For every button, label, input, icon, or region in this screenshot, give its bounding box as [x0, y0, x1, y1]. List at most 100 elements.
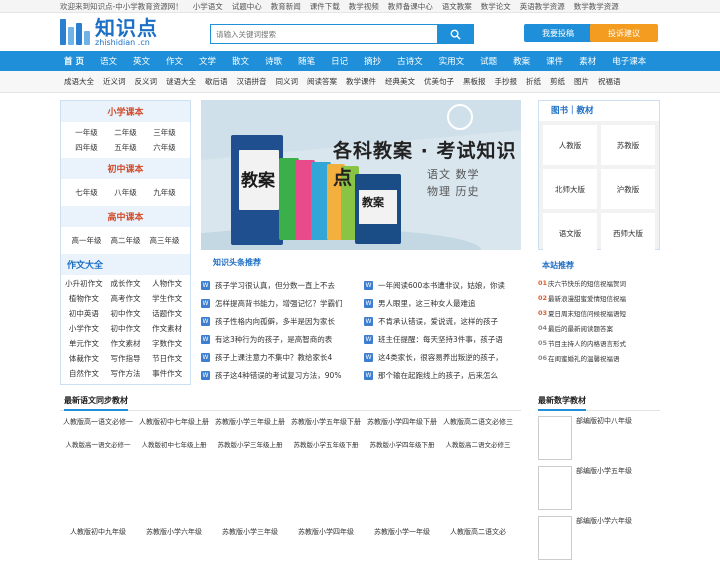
nav-item[interactable]: 教案	[513, 55, 530, 67]
top-link[interactable]: 数学论文	[481, 1, 511, 12]
composition-link[interactable]: 高考作文	[105, 291, 147, 306]
textbook-card[interactable]: 人教版初中九年级	[60, 527, 136, 547]
subnav-item[interactable]: 同义词	[276, 76, 299, 87]
nav-item[interactable]: 首 页	[64, 55, 84, 67]
composition-link[interactable]: 初中英语	[63, 306, 105, 321]
nav-item[interactable]: 摘抄	[364, 55, 381, 67]
version-link[interactable]: 北师大版	[543, 169, 597, 209]
nav-item[interactable]: 文学	[199, 55, 216, 67]
top-link[interactable]: 教学视频	[349, 1, 379, 12]
top-link[interactable]: 数学教学资源	[574, 1, 619, 12]
contribute-button[interactable]: 我要投稿	[524, 24, 592, 42]
grade-link[interactable]: 高三年级	[145, 233, 184, 248]
subnav-item[interactable]: 谜语大全	[166, 76, 196, 87]
subnav-item[interactable]: 反义词	[135, 76, 158, 87]
composition-link[interactable]: 作文素材	[146, 321, 188, 336]
search-input[interactable]	[211, 25, 437, 43]
nav-item[interactable]: 语文	[100, 55, 117, 67]
composition-link[interactable]: 初中作文	[105, 321, 147, 336]
nav-item[interactable]: 实用文	[439, 55, 465, 67]
recommend-item[interactable]: 01 庆六节快乐的短信祝福贺词	[538, 275, 660, 290]
news-item[interactable]: W 不肯承认错误，爱说谎，这样的孩子	[364, 312, 519, 330]
news-item[interactable]: W 男人眼里，这三种女人最难追	[364, 294, 519, 312]
grade-link[interactable]: 二年级	[106, 125, 145, 140]
nav-item[interactable]: 素材	[579, 55, 596, 67]
news-item[interactable]: W 这4类家长，很容易养出叛逆的孩子，	[364, 348, 519, 366]
subnav-item[interactable]: 阅读答案	[307, 76, 337, 87]
top-link[interactable]: 小学语文	[193, 1, 223, 12]
composition-link[interactable]: 单元作文	[63, 336, 105, 351]
nav-item[interactable]: 试题	[480, 55, 497, 67]
grade-link[interactable]: 九年级	[145, 185, 184, 200]
composition-link[interactable]: 事件作文	[146, 366, 188, 381]
grade-link[interactable]: 六年级	[145, 140, 184, 155]
nav-item[interactable]: 英文	[133, 55, 150, 67]
math-item[interactable]: 部编版小学五年级	[538, 466, 660, 510]
grade-link[interactable]: 一年级	[67, 125, 106, 140]
recommend-item[interactable]: 06 在闺蜜婚礼的温馨祝福语	[538, 350, 660, 365]
version-link[interactable]: 语文版	[543, 213, 597, 253]
composition-link[interactable]: 话题作文	[146, 306, 188, 321]
news-item[interactable]: W 孩子上课注意力不集中？教给家长4	[201, 348, 356, 366]
composition-link[interactable]: 节日作文	[146, 351, 188, 366]
grade-link[interactable]: 七年级	[67, 185, 106, 200]
version-link[interactable]: 人教版	[543, 125, 597, 165]
composition-link[interactable]: 小升初作文	[63, 276, 105, 291]
recommend-item[interactable]: 05 节目主持人的内格语言形式	[538, 335, 660, 350]
recommend-item[interactable]: 02 最新浪漫甜蜜爱情短信祝福	[538, 290, 660, 305]
math-item[interactable]: 部编版初中八年级	[538, 416, 660, 460]
top-link[interactable]: 教师备课中心	[388, 1, 433, 12]
grade-link[interactable]: 高一年级	[67, 233, 106, 248]
feedback-button[interactable]: 投诉建议	[590, 24, 658, 42]
news-item[interactable]: W 一年阅读600本书遭非议，姑娘，你读	[364, 276, 519, 294]
grade-link[interactable]: 八年级	[106, 185, 145, 200]
textbook-card[interactable]: 人教版初中七年级上册 人教版初中七年级上册	[136, 417, 212, 449]
textbook-card[interactable]: 苏教版小学三年级上册 苏教版小学三年级上册	[212, 417, 288, 449]
textbook-card[interactable]: 苏教版小学四年级下册 苏教版小学四年级下册	[364, 417, 440, 449]
composition-link[interactable]: 人物作文	[146, 276, 188, 291]
textbook-card[interactable]: 人教版高二语文必修三 人教版高二语文必修三	[440, 417, 516, 449]
composition-link[interactable]: 作文素材	[105, 336, 147, 351]
news-item[interactable]: W 孩子这4种错误的考试复习方法，90%	[201, 366, 356, 384]
version-link[interactable]: 苏教版	[601, 125, 655, 165]
recommend-item[interactable]: 04 最后的最新阅读题答案	[538, 320, 660, 335]
grade-link[interactable]: 三年级	[145, 125, 184, 140]
composition-link[interactable]: 成长作文	[105, 276, 147, 291]
subnav-item[interactable]: 近义词	[103, 76, 126, 87]
nav-item[interactable]: 作文	[166, 55, 183, 67]
grade-link[interactable]: 高二年级	[106, 233, 145, 248]
site-logo[interactable]: 知识点 zhishidian .cn	[60, 18, 210, 47]
subnav-item[interactable]: 教学课件	[346, 76, 376, 87]
nav-item[interactable]: 课件	[546, 55, 563, 67]
version-link[interactable]: 沪教版	[601, 169, 655, 209]
promo-banner[interactable]: 教案 教案 各科教案 · 考试知识点 语文 数学 物理 历史	[201, 100, 521, 250]
nav-item[interactable]: 诗歌	[265, 55, 282, 67]
search-button[interactable]	[437, 25, 473, 43]
primary-title[interactable]: 小学课本	[61, 101, 190, 122]
nav-item[interactable]: 电子课本	[612, 55, 646, 67]
nav-item[interactable]: 古诗文	[397, 55, 423, 67]
composition-link[interactable]: 体裁作文	[63, 351, 105, 366]
composition-link[interactable]: 初中作文	[105, 306, 147, 321]
composition-link[interactable]: 自然作文	[63, 366, 105, 381]
textbook-card[interactable]: 人教版高一语文必修一 人教版高一语文必修一	[60, 417, 136, 449]
subnav-item[interactable]: 汉语拼音	[237, 76, 267, 87]
subnav-item[interactable]: 折纸	[526, 76, 541, 87]
news-item[interactable]: W 怎样提高背书能力，增强记忆？学霸们	[201, 294, 356, 312]
subnav-item[interactable]: 成语大全	[64, 76, 94, 87]
textbook-card[interactable]: 苏教版小学五年级下册 苏教版小学五年级下册	[288, 417, 364, 449]
news-item[interactable]: W 孩子学习很认真，但分数一直上不去	[201, 276, 356, 294]
grade-link[interactable]: 五年级	[106, 140, 145, 155]
composition-link[interactable]: 字数作文	[146, 336, 188, 351]
composition-link[interactable]: 学生作文	[146, 291, 188, 306]
top-link[interactable]: 教育新闻	[271, 1, 301, 12]
subnav-item[interactable]: 祝福语	[598, 76, 621, 87]
subnav-item[interactable]: 黑板报	[463, 76, 486, 87]
grade-link[interactable]: 四年级	[67, 140, 106, 155]
textbook-card[interactable]: 苏教版小学四年级	[288, 527, 364, 547]
subnav-item[interactable]: 剪纸	[550, 76, 565, 87]
composition-link[interactable]: 小学作文	[63, 321, 105, 336]
version-link[interactable]: 西师大版	[601, 213, 655, 253]
news-item[interactable]: W 有这3种行为的孩子，是高智商的表	[201, 330, 356, 348]
subnav-item[interactable]: 优美句子	[424, 76, 454, 87]
